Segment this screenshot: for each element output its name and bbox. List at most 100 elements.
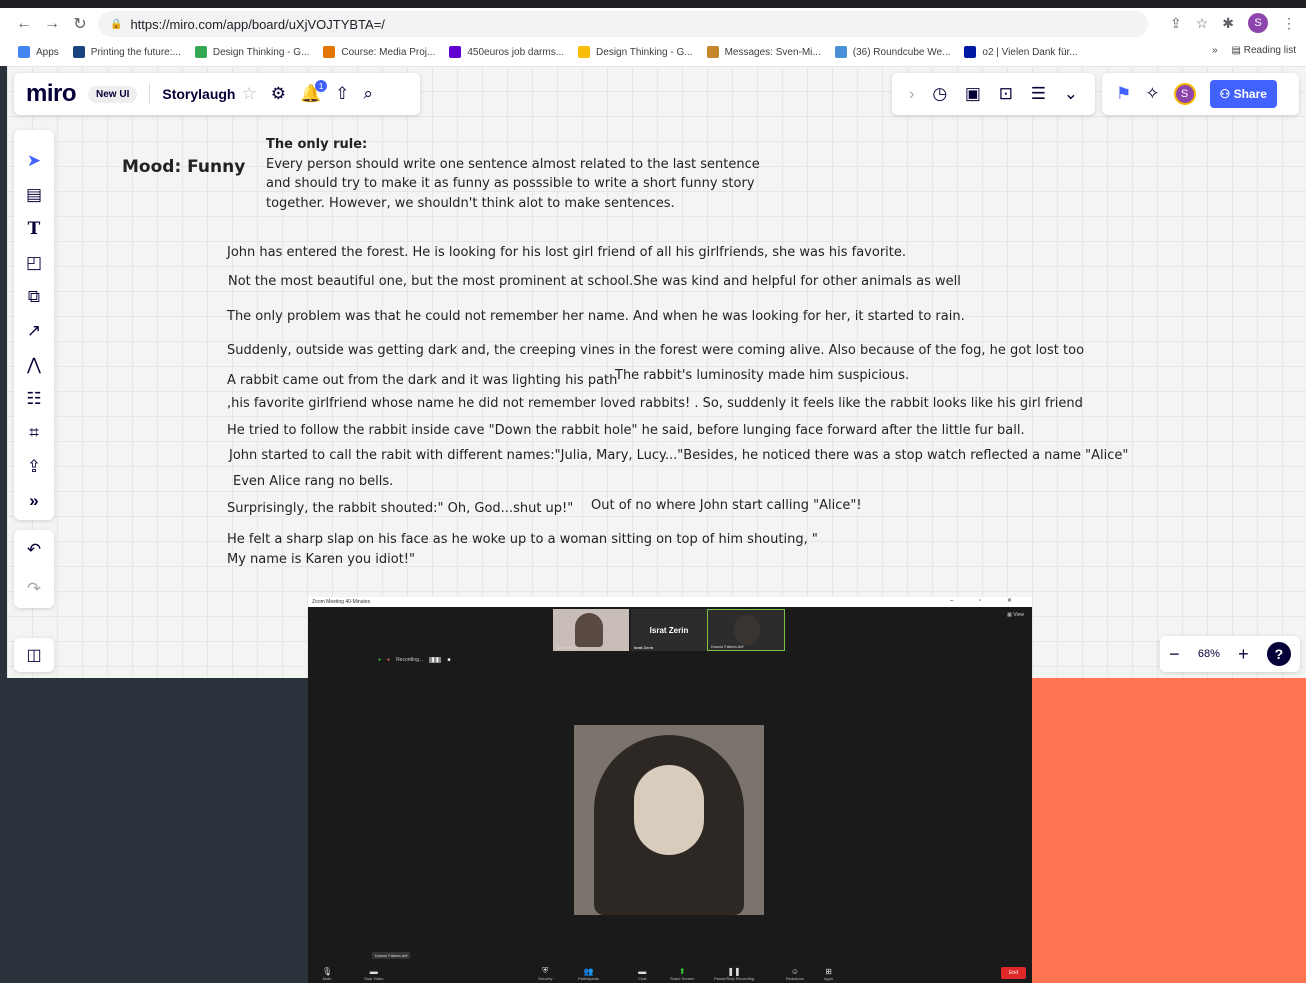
frame-icon[interactable]: ⌗: [29, 416, 39, 450]
templates-icon[interactable]: ▤: [26, 178, 42, 212]
participant-video[interactable]: Kanzul Fatima Arif: [707, 609, 785, 651]
reload-icon[interactable]: ↻: [66, 14, 94, 34]
user-avatar[interactable]: S: [1173, 83, 1196, 105]
rule-line[interactable]: together. However, we shouldn't think al…: [266, 196, 675, 211]
story-sentence[interactable]: He tried to follow the rabbit inside cav…: [227, 423, 1025, 438]
story-sentence[interactable]: John started to call the rabit with diff…: [229, 448, 1128, 463]
view-button[interactable]: ▦ View: [1007, 612, 1024, 618]
profile-avatar[interactable]: S: [1248, 13, 1268, 33]
recording-indicator: ● ● Recording... ❚❚ ■: [378, 657, 450, 663]
bookmarks-overflow-button[interactable]: »: [1212, 45, 1218, 56]
gear-icon[interactable]: ⚙: [271, 84, 286, 104]
timer-icon[interactable]: ◷: [932, 84, 947, 104]
bookmark-item[interactable]: o2 | Vielen Dank für...: [964, 46, 1078, 58]
story-sentence[interactable]: ,his favorite girlfriend whose name he d…: [227, 396, 1083, 411]
sticky-note-icon[interactable]: ◰: [26, 246, 42, 280]
zoom-level[interactable]: 68%: [1198, 648, 1220, 660]
browser-menu-icon[interactable]: ⋮: [1282, 15, 1296, 32]
bookmark-favicon-icon: [194, 46, 207, 58]
chat-icon: ▬: [638, 967, 647, 976]
chat-button[interactable]: ▬ Chat: [638, 967, 646, 981]
story-sentence[interactable]: Even Alice rang no bells.: [233, 474, 393, 489]
bookmark-item[interactable]: Design Thinking - G...: [194, 46, 309, 58]
control-label: Participants: [578, 976, 599, 981]
new-ui-badge[interactable]: New UI: [88, 85, 138, 103]
board-panel-toggle[interactable]: ◫: [14, 638, 54, 672]
undo-icon[interactable]: ↶: [27, 540, 41, 560]
apps-grid-icon: [18, 46, 30, 58]
zoom-out-button[interactable]: −: [1169, 644, 1180, 665]
select-cursor-icon[interactable]: ➤: [27, 144, 41, 178]
star-icon[interactable]: ☆: [241, 84, 256, 104]
arrow-line-icon[interactable]: ↗: [27, 314, 41, 348]
collaboration-toolbar: › ◷ ▣ ⊡ ☰ ⌄: [892, 73, 1095, 115]
upload-icon[interactable]: ⇧: [335, 84, 349, 104]
chevron-right-icon[interactable]: ›: [909, 84, 915, 104]
forward-icon[interactable]: →: [38, 15, 66, 33]
miro-logo[interactable]: miro: [26, 80, 77, 108]
extensions-icon[interactable]: ✱: [1222, 15, 1234, 32]
story-sentence[interactable]: The only problem was that he could not r…: [227, 309, 965, 324]
mute-button[interactable]: 🎙 Mute: [322, 967, 332, 981]
bookmark-item[interactable]: Printing the future:...: [72, 46, 181, 58]
back-icon[interactable]: ←: [10, 15, 38, 33]
miro-board-canvas[interactable]: Mood: Funny The only rule: Every person …: [7, 66, 1306, 678]
pause-icon[interactable]: ❚❚: [429, 657, 442, 663]
bookmark-item[interactable]: Design Thinking - G...: [578, 46, 693, 58]
chevron-double-down-icon[interactable]: ⌄: [1064, 84, 1078, 104]
bookmark-item[interactable]: Course: Media Proj...: [323, 46, 435, 58]
speaker-name-tag: Kanzul Fatima Arif: [372, 952, 411, 959]
participants-button[interactable]: 👥 Participants: [578, 967, 599, 981]
story-sentence[interactable]: My name is Karen you idiot!": [227, 552, 415, 567]
more-tools-icon[interactable]: »: [29, 484, 38, 518]
reactions-button[interactable]: ☺ Reactions: [786, 967, 804, 981]
story-sentence[interactable]: A rabbit came out from the dark and it w…: [227, 373, 617, 388]
celebrate-icon[interactable]: ✧: [1145, 84, 1159, 104]
stop-icon[interactable]: ■: [447, 657, 450, 663]
rule-line[interactable]: Every person should write one sentence a…: [266, 157, 760, 172]
upload-file-icon[interactable]: ⇪: [27, 450, 41, 484]
story-sentence[interactable]: Surprisingly, the rabbit shouted:" Oh, G…: [227, 501, 573, 516]
address-bar[interactable]: 🔒 https://miro.com/app/board/uXjVOJTYBTA…: [98, 11, 1148, 37]
stop-video-button[interactable]: ▬ Stop Video: [364, 967, 384, 981]
redo-icon[interactable]: ↷: [27, 579, 41, 599]
bookmark-item[interactable]: Messages: Sven-Mi...: [706, 46, 821, 58]
story-sentence[interactable]: John has entered the forest. He is looki…: [227, 245, 906, 260]
bookmark-star-icon[interactable]: ☆: [1196, 15, 1209, 32]
story-sentence[interactable]: Not the most beautiful one, but the most…: [228, 274, 961, 289]
rule-line[interactable]: and should try to make it as funny as po…: [266, 176, 755, 191]
cursor-flag-icon[interactable]: ⚑: [1116, 84, 1131, 104]
share-button[interactable]: ⚇ Share: [1209, 80, 1277, 108]
story-sentence[interactable]: The rabbit's luminosity made him suspici…: [615, 368, 909, 383]
story-sentence[interactable]: He felt a sharp slap on his face as he w…: [227, 532, 818, 547]
voting-icon[interactable]: ▣: [965, 84, 981, 104]
share-page-icon[interactable]: ⇪: [1170, 15, 1182, 32]
share-screen-button[interactable]: ⬆ Share Screen: [670, 967, 694, 981]
apps-button[interactable]: ⊞ Apps: [824, 967, 833, 981]
comment-icon[interactable]: ☷: [26, 382, 41, 416]
bell-icon[interactable]: 🔔 1: [300, 80, 328, 104]
recording-label: Recording...: [396, 657, 424, 663]
presentation-icon[interactable]: ⊡: [999, 84, 1013, 104]
pen-icon[interactable]: ⋀: [27, 348, 41, 382]
window-controls[interactable]: – ▫ ✕: [950, 597, 1024, 604]
board-name[interactable]: Storylaugh: [162, 86, 235, 102]
zoom-in-button[interactable]: +: [1238, 644, 1249, 665]
help-button[interactable]: ?: [1266, 642, 1291, 666]
notes-icon[interactable]: ☰: [1031, 84, 1046, 104]
story-sentence[interactable]: Out of no where John start calling "Alic…: [591, 498, 862, 513]
bookmark-item[interactable]: 450euros job darms...: [449, 46, 564, 58]
undo-redo-panel: ↶ ↷: [14, 530, 54, 608]
shapes-icon[interactable]: ⧉: [28, 280, 40, 314]
participant-video[interactable]: Safar Fakel: [553, 609, 629, 651]
bookmark-apps[interactable]: Apps: [18, 46, 59, 58]
participant-video[interactable]: Israt Zerin Israt Zerin: [631, 609, 707, 651]
bookmark-item[interactable]: (36) Roundcube We...: [834, 46, 950, 58]
search-icon[interactable]: ⌕: [363, 84, 373, 104]
pause-recording-button[interactable]: ❚❚ Pause/Stop Recording: [714, 967, 754, 981]
reading-list-button[interactable]: ▤ Reading list: [1232, 45, 1297, 56]
text-tool-icon[interactable]: T: [28, 212, 41, 246]
end-meeting-button[interactable]: End: [1001, 967, 1026, 979]
security-button[interactable]: ⛨ Security: [538, 966, 552, 981]
story-sentence[interactable]: Suddenly, outside was getting dark and, …: [227, 343, 1084, 358]
